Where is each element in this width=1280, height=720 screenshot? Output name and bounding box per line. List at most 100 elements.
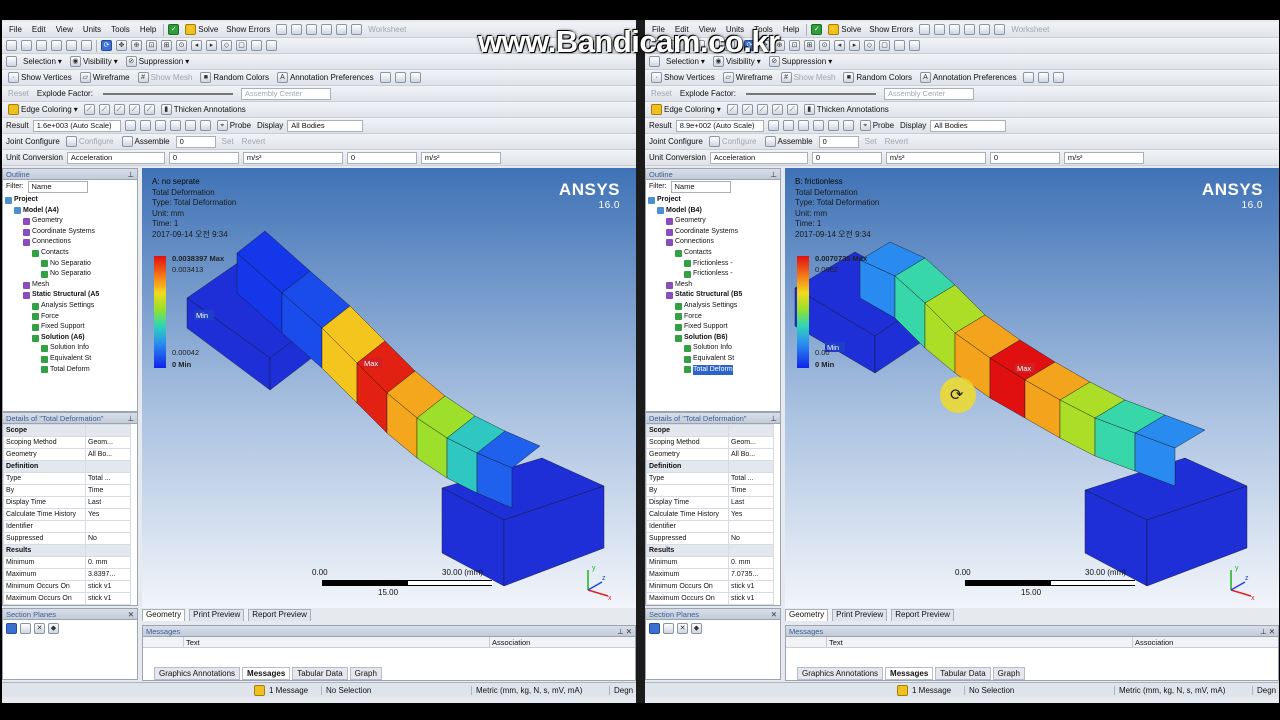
result-display-icon[interactable] [767, 120, 779, 131]
tool-icon[interactable] [351, 24, 363, 35]
filter-dropdown[interactable]: Name [670, 180, 731, 193]
tree-node[interactable]: Solution Info [648, 343, 780, 354]
magnifier-icon[interactable]: ⊙ [819, 40, 830, 51]
tree-node[interactable]: Equivalent St [5, 354, 137, 365]
details-row[interactable]: By Time [3, 484, 131, 497]
display-dropdown[interactable]: All Bodies [930, 119, 1007, 132]
arrow-icon[interactable]: ◆ [48, 623, 59, 634]
show-errors-button[interactable]: Show Errors [867, 25, 915, 34]
details-row[interactable]: Calculate Time History Yes [646, 508, 774, 521]
tool-icon[interactable] [964, 24, 976, 35]
details-row[interactable]: Maximum 3.8397... [3, 568, 131, 581]
tree-node[interactable]: Model (B4) [648, 206, 780, 217]
edge-icon[interactable] [51, 40, 62, 51]
tool-icon[interactable] [336, 24, 348, 35]
pin-icon[interactable]: ⊥ [127, 413, 134, 424]
worksheet-button[interactable]: Worksheet [366, 25, 408, 34]
close-icon[interactable]: ⊥ ✕ [1260, 626, 1275, 637]
edge-coloring-button[interactable]: Edge Coloring ▾ [649, 104, 723, 115]
lock-icon[interactable] [894, 40, 905, 51]
unit-from-dropdown[interactable]: m/s² [242, 151, 343, 164]
rotate-icon[interactable]: ⟳ [101, 40, 112, 51]
result-scale-dropdown[interactable]: 8.9e+002 (Auto Scale) [675, 119, 764, 132]
new-plane-icon[interactable] [649, 623, 660, 634]
details-row[interactable]: Geometry All Bo... [3, 448, 131, 461]
details-row[interactable]: Suppressed No [646, 532, 774, 545]
worksheet-button[interactable]: Worksheet [1009, 25, 1051, 34]
filter-dropdown[interactable]: Name [27, 180, 88, 193]
tree-node[interactable]: Mesh [648, 280, 780, 291]
tree-node[interactable]: Fixed Support [5, 322, 137, 333]
edge-style-icon[interactable]: ⟋ [83, 104, 95, 115]
show-mesh-button[interactable]: # Show Mesh [136, 72, 195, 83]
tool-icon[interactable] [919, 24, 931, 35]
align-icon[interactable] [1022, 72, 1034, 83]
tab-tabular-data[interactable]: Tabular Data [935, 667, 991, 680]
vector-icon[interactable] [169, 120, 181, 131]
tree-node[interactable]: Coordinate Systems [5, 227, 137, 238]
tab-graphics-annotations[interactable]: Graphics Annotations [797, 667, 884, 680]
display-dropdown[interactable]: All Bodies [287, 119, 364, 132]
show-vertices-button[interactable]: · Show Vertices [649, 72, 717, 83]
tree-node[interactable]: Frictionless - [648, 269, 780, 280]
align-icon[interactable] [1052, 72, 1064, 83]
prev-view-icon[interactable]: ◂ [191, 40, 202, 51]
zoom-box-icon[interactable]: ⊡ [146, 40, 157, 51]
tree-node[interactable]: Project [648, 195, 780, 206]
status-messages[interactable]: 1 Message [265, 686, 321, 695]
value-input[interactable]: 0 [168, 151, 239, 164]
edge-style-icon[interactable]: ⟋ [128, 104, 140, 115]
pin-icon[interactable]: ⊥ [127, 169, 134, 180]
selection-button[interactable]: Selection ▾ [21, 57, 64, 66]
column-association[interactable]: Association [1132, 637, 1278, 647]
details-row[interactable]: Minimum Occurs On stick v1 [3, 580, 131, 593]
details-row[interactable]: Minimum 0. mm [646, 556, 774, 569]
details-row[interactable]: Geometry All Bo... [646, 448, 774, 461]
plane-icon[interactable] [663, 623, 674, 634]
wireframe-button[interactable]: ▱ Wireframe [78, 72, 132, 83]
column-text[interactable]: Text [826, 637, 1132, 647]
assemble-button[interactable]: Assemble [120, 136, 172, 147]
quantity-dropdown[interactable]: Acceleration [66, 151, 165, 164]
details-row[interactable]: Results [646, 544, 774, 557]
solve-button[interactable]: ⚡ Solve [826, 24, 863, 35]
tab-geometry[interactable]: Geometry [785, 609, 829, 621]
tree-node[interactable]: Frictionless - [648, 259, 780, 270]
zoom-fit-icon[interactable]: ⊞ [161, 40, 172, 51]
details-row[interactable]: Maximum 7.0735... [646, 568, 774, 581]
details-row[interactable]: Identifier [3, 520, 131, 533]
tree-node[interactable]: Total Deform [5, 365, 137, 376]
tree-node[interactable]: Connections [648, 237, 780, 248]
edge-style-icon[interactable]: ⟋ [98, 104, 110, 115]
face-icon[interactable] [66, 40, 77, 51]
edge-style-icon[interactable]: ⟋ [756, 104, 768, 115]
column-association[interactable]: Association [489, 637, 635, 647]
align-icon[interactable] [409, 72, 421, 83]
result-scale-dropdown[interactable]: 1.6e+003 (Auto Scale) [32, 119, 121, 132]
lock-icon[interactable] [251, 40, 262, 51]
edge-style-icon[interactable]: ⟋ [143, 104, 155, 115]
body-icon[interactable] [81, 40, 92, 51]
details-row[interactable]: Definition [3, 460, 131, 473]
edge-coloring-button[interactable]: Edge Coloring ▾ [6, 104, 80, 115]
tree-node[interactable]: Coordinate Systems [648, 227, 780, 238]
close-icon[interactable]: ⊥ ✕ [617, 626, 632, 637]
joint-value-field[interactable]: 0 [175, 135, 216, 148]
details-row[interactable]: Display Time Last [3, 496, 131, 509]
solve-button[interactable]: ⚡ Solve [183, 24, 220, 35]
tree-node[interactable]: Project [5, 195, 137, 206]
assembly-center-dropdown[interactable]: Assembly Center [883, 87, 974, 100]
details-row[interactable]: Scoping Method Geom... [646, 436, 774, 449]
tree-node[interactable]: Solution Info [5, 343, 137, 354]
status-units[interactable]: Metric (mm, kg, N, s, mV, mA) [1114, 685, 1252, 695]
suppression-button[interactable]: ⊘ Suppression ▾ [124, 56, 192, 67]
details-row[interactable]: Minimum 0. mm [3, 556, 131, 569]
max-icon[interactable] [827, 120, 839, 131]
align-icon[interactable] [1037, 72, 1049, 83]
tab-print-preview[interactable]: Print Preview [832, 609, 888, 621]
visibility-button[interactable]: ◉ Visibility ▾ [68, 56, 120, 67]
details-row[interactable]: Scope [3, 424, 131, 437]
tool-icon[interactable] [291, 24, 303, 35]
details-row[interactable]: Type Total ... [3, 472, 131, 485]
close-icon[interactable]: ✕ [128, 609, 134, 620]
